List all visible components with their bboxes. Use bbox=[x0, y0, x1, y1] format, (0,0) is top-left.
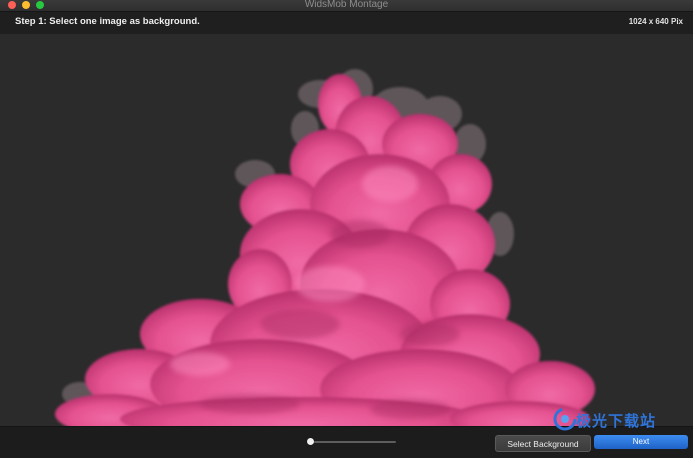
step-instruction: Step 1: Select one image as background. bbox=[15, 16, 200, 27]
step-header: Step 1: Select one image as background. … bbox=[0, 12, 693, 34]
watermark-text: 极光下载站 bbox=[576, 412, 657, 430]
pink-smoke-image bbox=[55, 69, 595, 426]
zoom-slider[interactable] bbox=[308, 441, 396, 443]
watermark-swirl-icon bbox=[553, 407, 577, 431]
zoom-slider-knob[interactable] bbox=[307, 438, 315, 445]
title-bar: WidsMob Montage bbox=[0, 0, 693, 12]
window-title: WidsMob Montage bbox=[304, 0, 389, 10]
background-image-preview[interactable] bbox=[0, 34, 693, 426]
watermark-logo: 极光下载站 bbox=[552, 406, 688, 446]
image-size-label: 1024 x 640 Pix bbox=[628, 17, 683, 26]
